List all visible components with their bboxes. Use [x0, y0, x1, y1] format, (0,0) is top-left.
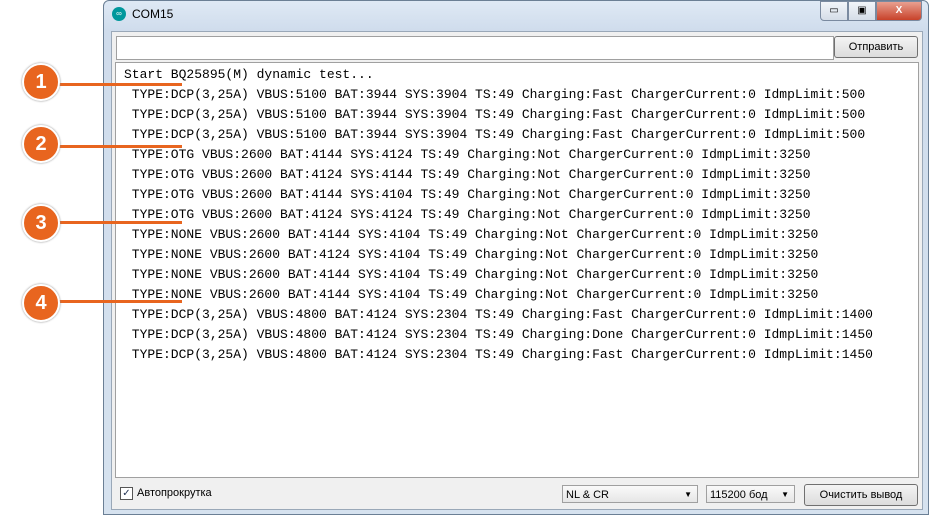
output-line: TYPE:DCP(3,25A) VBUS:5100 BAT:3944 SYS:3… — [124, 87, 866, 102]
callout-number: 4 — [22, 284, 60, 322]
output-line: TYPE:DCP(3,25A) VBUS:5100 BAT:3944 SYS:3… — [124, 107, 866, 122]
autoscroll-label: Автопрокрутка — [137, 487, 212, 499]
line-ending-value: NL & CR — [566, 489, 609, 501]
output-line: TYPE:NONE VBUS:2600 BAT:4124 SYS:4104 TS… — [124, 247, 819, 262]
window-title: COM15 — [132, 7, 174, 21]
line-ending-select[interactable]: NL & CR ▼ — [562, 485, 698, 503]
callout-number: 1 — [22, 63, 60, 101]
serial-monitor-window: ∞ COM15 ▭ ▣ X Отправить Start BQ25895(M)… — [103, 0, 929, 515]
serial-output[interactable]: Start BQ25895(M) dynamic test... TYPE:DC… — [115, 62, 919, 478]
output-line: TYPE:DCP(3,25A) VBUS:5100 BAT:3944 SYS:3… — [124, 127, 866, 142]
output-line: TYPE:DCP(3,25A) VBUS:4800 BAT:4124 SYS:2… — [124, 307, 873, 322]
output-line: TYPE:OTG VBUS:2600 BAT:4144 SYS:4124 TS:… — [124, 147, 811, 162]
callout-number: 2 — [22, 125, 60, 163]
baud-select[interactable]: 115200 бод ▼ — [706, 485, 795, 503]
clear-output-button[interactable]: Очистить вывод — [804, 484, 918, 506]
output-line: TYPE:NONE VBUS:2600 BAT:4144 SYS:4104 TS… — [124, 287, 819, 302]
output-line: TYPE:DCP(3,25A) VBUS:4800 BAT:4124 SYS:2… — [124, 347, 873, 362]
callout-number: 3 — [22, 204, 60, 242]
chevron-down-icon: ▼ — [781, 490, 789, 499]
baud-value: 115200 бод — [710, 489, 768, 501]
output-line: TYPE:OTG VBUS:2600 BAT:4124 SYS:4144 TS:… — [124, 167, 811, 182]
close-button[interactable]: X — [876, 1, 922, 21]
send-button[interactable]: Отправить — [834, 36, 918, 58]
minimize-button[interactable]: ▭ — [820, 1, 848, 21]
output-line: TYPE:OTG VBUS:2600 BAT:4124 SYS:4124 TS:… — [124, 207, 811, 222]
chevron-down-icon: ▼ — [684, 490, 692, 499]
output-line: TYPE:NONE VBUS:2600 BAT:4144 SYS:4104 TS… — [124, 227, 819, 242]
output-line: TYPE:NONE VBUS:2600 BAT:4144 SYS:4104 TS… — [124, 267, 819, 282]
output-line: TYPE:OTG VBUS:2600 BAT:4144 SYS:4104 TS:… — [124, 187, 811, 202]
autoscroll-checkbox[interactable]: ✓ — [120, 487, 133, 500]
title-bar: ∞ COM15 — [112, 7, 173, 21]
arduino-logo-icon: ∞ — [112, 7, 126, 21]
output-line: TYPE:DCP(3,25A) VBUS:4800 BAT:4124 SYS:2… — [124, 327, 873, 342]
send-input[interactable] — [116, 36, 834, 60]
output-line: Start BQ25895(M) dynamic test... — [124, 67, 374, 82]
maximize-button[interactable]: ▣ — [848, 1, 876, 21]
